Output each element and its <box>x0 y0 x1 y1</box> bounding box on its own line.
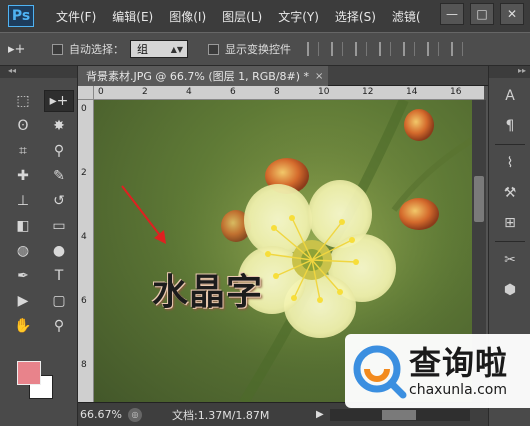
clone-stamp-tool[interactable]: ⊥ <box>8 190 38 212</box>
red-arrow-annotation <box>121 185 166 244</box>
watermark-url: chaxunla.com <box>409 382 507 398</box>
ruler-tick-label: 14 <box>406 87 418 97</box>
document-tab-bar: 背景素材.JPG @ 66.7% (图层 1, RGB/8#) * × <box>78 66 488 86</box>
tool-grid: ⬚ ▸+ ʘ ✸ ⌗ ⚲ ✚ ✎ ⊥ ↺ ◧ ▭ ◍ ● ✒ T ▶ ▢ ✋ ⚲ <box>0 78 77 337</box>
menu-bar: Ps 文件(F) 编辑(E) 图像(I) 图层(L) 文字(Y) 选择(S) 滤… <box>0 0 530 32</box>
eyedropper-tool[interactable]: ⚲ <box>44 140 74 162</box>
auto-select-dropdown[interactable]: 组 ▲▼ <box>130 40 188 58</box>
minimize-button[interactable]: — <box>440 3 464 25</box>
blur-tool[interactable]: ◍ <box>8 240 38 262</box>
document-size-info: 文档:1.37M/1.87M <box>172 408 270 422</box>
zoom-tool[interactable]: ⚲ <box>44 315 74 337</box>
menu-image[interactable]: 图像(I) <box>161 8 214 25</box>
dock-separator <box>495 144 525 145</box>
menu-type[interactable]: 文字(Y) <box>270 8 327 25</box>
gradient-tool[interactable]: ▭ <box>44 215 74 237</box>
menu-select[interactable]: 选择(S) <box>327 8 384 25</box>
align-top-icon[interactable] <box>307 42 319 56</box>
healing-brush-tool[interactable]: ✚ <box>8 165 38 187</box>
scissors-icon[interactable]: ✂ <box>496 248 524 272</box>
ruler-tick-label: 0 <box>98 87 104 97</box>
type-tool[interactable]: T <box>44 265 74 287</box>
options-bar: ▸+ 自动选择： 组 ▲▼ 显示变换控件 <box>0 32 530 66</box>
hand-tool[interactable]: ✋ <box>8 315 38 337</box>
3d-cube-icon[interactable]: ⬢ <box>496 278 524 302</box>
vertical-scroll-thumb[interactable] <box>474 176 484 222</box>
paragraph-icon[interactable]: ¶ <box>496 114 524 138</box>
align-left-icon[interactable] <box>379 42 391 56</box>
brush-preset-icon[interactable]: ⌇ <box>496 151 524 175</box>
history-brush-tool[interactable]: ↺ <box>44 190 74 212</box>
crop-tool[interactable]: ⌗ <box>8 140 38 162</box>
zoom-level[interactable]: 66.67% <box>78 408 128 421</box>
document-tab[interactable]: 背景素材.JPG @ 66.7% (图层 1, RGB/8#) * × <box>78 66 328 86</box>
lasso-tool[interactable]: ʘ <box>8 115 38 137</box>
ruler-tick-label: 6 <box>81 296 87 306</box>
dock-separator <box>495 241 525 242</box>
ruler-tick-label: 0 <box>81 104 87 114</box>
tools-panel: ◂◂ ⬚ ▸+ ʘ ✸ ⌗ ⚲ ✚ ✎ ⊥ ↺ ◧ ▭ ◍ ● ✒ T ▶ ▢ ✋ ⚲ <box>0 66 78 426</box>
auto-select-checkbox[interactable] <box>52 43 63 55</box>
align-buttons <box>307 42 463 56</box>
photoshop-logo: Ps <box>8 5 34 27</box>
ruler-origin[interactable] <box>78 86 94 100</box>
marquee-tool[interactable]: ⬚ <box>8 90 38 112</box>
clone-source-icon[interactable]: ⊞ <box>496 211 524 235</box>
ruler-tick-label: 2 <box>81 168 87 178</box>
dock-collapse-icon[interactable]: ▸▸ <box>489 66 530 78</box>
dropdown-arrow-icon: ▲▼ <box>170 44 183 54</box>
ruler-tick-label: 4 <box>186 87 192 97</box>
ruler-tick-label: 2 <box>142 87 148 97</box>
watermark: 查询啦 chaxunla.com <box>345 334 530 408</box>
document-status-icon[interactable]: ◎ <box>128 407 142 422</box>
ruler-tick-label: 16 <box>450 87 462 97</box>
vertical-ruler[interactable]: 0 2 4 6 8 <box>78 100 94 402</box>
rectangle-tool[interactable]: ▢ <box>44 290 74 312</box>
ruler-tick-label: 10 <box>318 87 330 97</box>
restore-button[interactable]: □ <box>470 3 494 25</box>
move-tool[interactable]: ▸+ <box>44 90 74 112</box>
ruler-tick-label: 8 <box>274 87 280 97</box>
search-logo-icon <box>353 345 407 399</box>
horizontal-scroll-thumb[interactable] <box>381 409 416 420</box>
horizontal-ruler[interactable]: 0 2 4 6 8 10 12 14 16 <box>94 86 484 100</box>
watermark-title: 查询啦 <box>409 344 509 382</box>
character-icon[interactable]: A <box>496 84 524 108</box>
align-hcenter-icon[interactable] <box>403 42 415 56</box>
auto-select-label: 自动选择： <box>69 43 124 56</box>
crystal-text-layer: 水晶字 <box>152 272 264 313</box>
foreground-color-swatch[interactable] <box>17 361 41 385</box>
dodge-tool[interactable]: ● <box>44 240 74 262</box>
close-tab-icon[interactable]: × <box>315 71 323 82</box>
status-menu-arrow-icon[interactable]: ▶ <box>316 409 324 420</box>
align-right-icon[interactable] <box>427 42 439 56</box>
menu-filter[interactable]: 滤镜( <box>384 8 429 25</box>
menu-edit[interactable]: 编辑(E) <box>104 8 161 25</box>
align-bottom-icon[interactable] <box>355 42 367 56</box>
align-vcenter-icon[interactable] <box>331 42 343 56</box>
ruler-tick-label: 4 <box>81 232 87 242</box>
magic-wand-tool[interactable]: ✸ <box>44 115 74 137</box>
show-transform-label: 显示变换控件 <box>225 43 291 56</box>
menu-layer[interactable]: 图层(L) <box>214 8 270 25</box>
ruler-tick-label: 8 <box>81 360 87 370</box>
window-controls: — □ ✕ <box>440 3 524 25</box>
path-selection-tool[interactable]: ▶ <box>8 290 38 312</box>
show-transform-checkbox[interactable] <box>208 43 219 55</box>
ruler-tick-label: 6 <box>230 87 236 97</box>
menu-file[interactable]: 文件(F) <box>48 8 104 25</box>
tools-collapse-icon[interactable]: ◂◂ <box>0 66 77 78</box>
ruler-tick-label: 12 <box>362 87 374 97</box>
horizontal-scrollbar[interactable] <box>329 408 470 421</box>
move-tool-preset-icon[interactable]: ▸+ <box>8 42 46 57</box>
tools-preset-icon[interactable]: ⚒ <box>496 181 524 205</box>
eraser-tool[interactable]: ◧ <box>8 215 38 237</box>
document-tab-title: 背景素材.JPG @ 66.7% (图层 1, RGB/8#) * <box>86 70 310 83</box>
dock-icons: A ¶ ⌇ ⚒ ⊞ ✂ ⬢ <box>489 84 530 302</box>
brush-tool[interactable]: ✎ <box>44 165 74 187</box>
close-button[interactable]: ✕ <box>500 3 524 25</box>
auto-select-value: 组 <box>137 43 148 56</box>
distribute-icon[interactable] <box>451 42 463 56</box>
pen-tool[interactable]: ✒ <box>8 265 38 287</box>
